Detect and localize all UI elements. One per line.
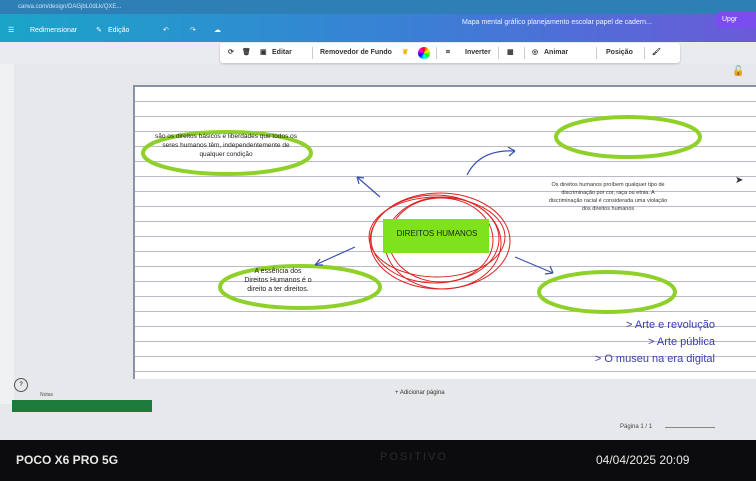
crop-icon[interactable]: ⌗ (446, 43, 450, 63)
divider (436, 47, 437, 59)
divider (524, 47, 525, 59)
note-discrimination[interactable]: Os direitos humanos proíbem qualquer tip… (548, 181, 668, 213)
upgrade-button[interactable]: Upgr (716, 12, 756, 28)
edit-button[interactable]: Editar (272, 43, 292, 63)
flip-button[interactable]: Inverter (465, 43, 491, 63)
divider (498, 47, 499, 59)
paint-roller-icon[interactable]: 🖌 (652, 43, 661, 63)
zoom-slider[interactable] (665, 427, 715, 428)
photo-timestamp: 04/04/2025 20:09 (596, 453, 690, 467)
resize-button[interactable]: Redimensionar (30, 24, 77, 38)
rotate-icon[interactable]: ⟳ (228, 43, 234, 63)
undo-icon[interactable]: ↶ (163, 24, 169, 38)
list-item[interactable]: > O museu na era digital (515, 351, 715, 368)
monitor-screen: canva.com/design/DAGjbL0dLk/QXE... ☰ Red… (0, 0, 756, 440)
camera-watermark: POCO X6 PRO 5G (16, 453, 119, 467)
trash-icon[interactable]: 🗑 (242, 43, 251, 63)
list-item[interactable]: > Arte pública (515, 334, 715, 351)
design-page[interactable]: são os direitos básicos e liberdades que… (133, 85, 756, 379)
crown-icon: ♛ (402, 49, 409, 56)
pencil-icon: ✎ (96, 27, 102, 34)
cloud-save-icon: ☁ (214, 27, 221, 34)
topics-list: > Arte e revolução > Arte pública > O mu… (515, 317, 715, 368)
redo-icon[interactable]: ↷ (190, 24, 196, 38)
mouse-cursor-icon: ➤ (735, 175, 744, 186)
image-edit-icon: ▣ (260, 49, 267, 56)
note-definition[interactable]: são os direitos básicos e liberdades que… (151, 132, 301, 159)
add-page-button[interactable]: + Adicionar página (395, 390, 445, 396)
lock-icon[interactable]: 🔓 (732, 66, 744, 77)
divider (596, 47, 597, 59)
taskbar-strip (12, 400, 152, 412)
note-essence[interactable]: A essência dos Direitos Humanos é o dire… (243, 267, 313, 294)
editor-header: canva.com/design/DAGjbL0dLk/QXE... ☰ Red… (0, 0, 756, 42)
transparency-icon[interactable]: ▦ (507, 43, 514, 63)
animate-button[interactable]: Animar (544, 43, 568, 63)
element-toolbar: ⟳ 🗑 ▣ Editar Removedor de Fundo ♛ ⌗ Inve… (220, 43, 680, 63)
color-wheel-icon[interactable] (418, 47, 430, 59)
help-icon[interactable]: ? (14, 378, 28, 392)
position-button[interactable]: Posição (606, 43, 633, 63)
menu-icon[interactable]: ☰ (8, 24, 14, 38)
left-sidebar (0, 64, 14, 404)
document-title[interactable]: Mapa mental gráfico planejamento escolar… (462, 19, 652, 26)
notes-button[interactable]: Notas (40, 392, 53, 398)
bg-remover-button[interactable]: Removedor de Fundo (320, 43, 392, 63)
divider (644, 47, 645, 59)
divider (312, 47, 313, 59)
page-indicator[interactable]: Página 1 / 1 (620, 424, 652, 430)
list-item[interactable]: > Arte e revolução (515, 317, 715, 334)
monitor-brand: POSITIVO (380, 451, 448, 463)
browser-url-bar[interactable]: canva.com/design/DAGjbL0dLk/QXE... (0, 0, 756, 14)
edit-menu-button[interactable]: Edição (108, 24, 129, 38)
oval-top-right (554, 115, 702, 159)
animate-icon: ◎ (532, 49, 539, 56)
center-title[interactable]: DIREITOS HUMANOS (385, 229, 489, 238)
oval-bottom-right (537, 270, 677, 314)
